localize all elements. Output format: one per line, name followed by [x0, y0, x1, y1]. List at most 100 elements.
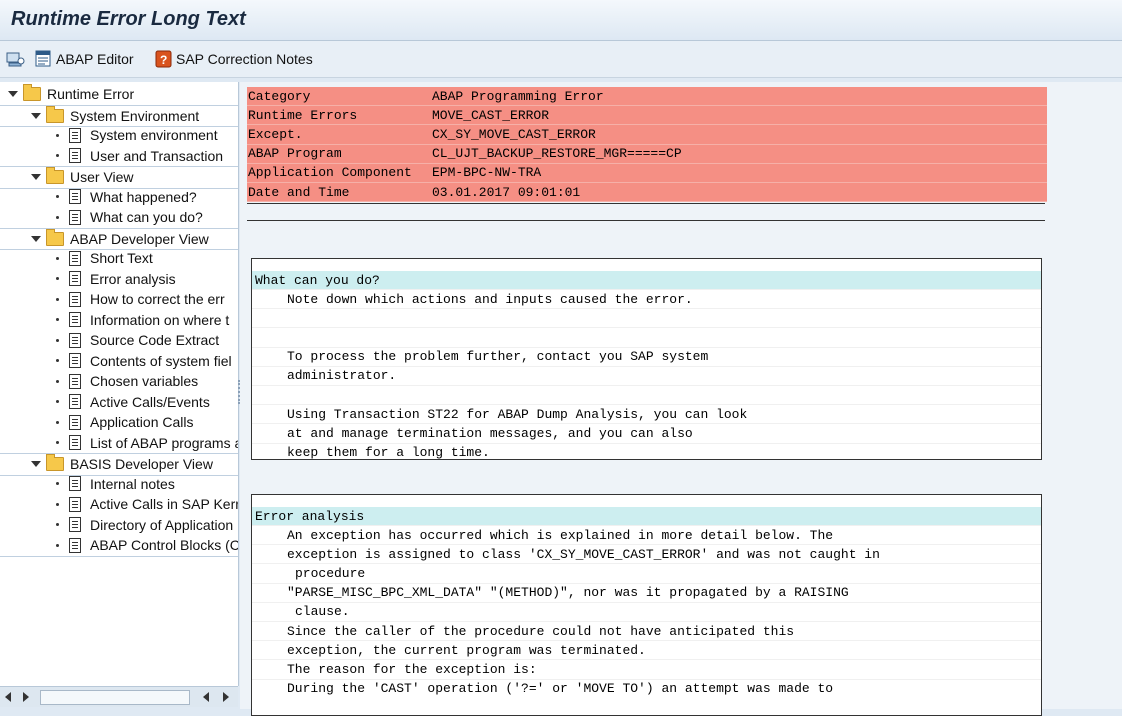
text-line: procedure — [252, 563, 1041, 582]
tree-node-user-view-group[interactable]: User View — [0, 166, 238, 189]
abap-editor-icon — [35, 50, 51, 67]
bullet-icon — [56, 543, 59, 547]
tree-item-active-calls-events[interactable]: Active Calls/Events — [0, 392, 238, 413]
tree-item-user-and-transaction[interactable]: User and Transaction — [0, 146, 238, 167]
bullet-icon — [56, 297, 59, 301]
document-icon — [69, 127, 81, 143]
tree-node-basis-developer-view-group[interactable]: BASIS Developer View — [0, 453, 238, 476]
sap-correction-notes-button[interactable]: ? SAP Correction Notes — [155, 49, 313, 69]
tree-label: Chosen variables — [90, 373, 199, 390]
tree-item-information-on-where[interactable]: Information on where t — [0, 310, 238, 331]
expand-caret-icon[interactable] — [8, 91, 18, 98]
document-icon — [69, 332, 81, 348]
tree-item-directory-of-application[interactable]: Directory of Application — [0, 515, 238, 536]
scroll-right-icon[interactable] — [22, 692, 30, 702]
document-icon — [69, 517, 81, 533]
tree-label: ABAP Developer View — [70, 230, 209, 247]
header-row: Application Component EPM-BPC-NW-TRA — [247, 163, 1047, 183]
tree-node-abap-developer-view-group[interactable]: ABAP Developer View — [0, 227, 238, 250]
bullet-icon — [56, 195, 59, 199]
tree-horizontal-scrollbar[interactable] — [0, 686, 238, 707]
tree-node-runtime-error[interactable]: Runtime Error — [0, 84, 238, 105]
window-title: Runtime Error Long Text — [11, 8, 246, 30]
document-icon — [69, 271, 81, 287]
tree-label: Source Code Extract — [90, 332, 220, 349]
tree-item-what-happened[interactable]: What happened? — [0, 187, 238, 208]
tree-label: Runtime Error — [47, 86, 135, 103]
tree-label: Error analysis — [90, 270, 176, 287]
tree-item-source-code-extract[interactable]: Source Code Extract — [0, 330, 238, 351]
tree-label: List of ABAP programs a — [90, 434, 239, 451]
splitter-handle[interactable] — [238, 380, 242, 404]
tree-label: What can you do? — [90, 209, 203, 226]
expand-caret-icon[interactable] — [31, 235, 41, 242]
tree-node-system-environment-group[interactable]: System Environment — [0, 104, 238, 127]
expand-caret-icon[interactable] — [31, 174, 41, 181]
tree-label: Short Text — [90, 250, 153, 267]
text-line — [252, 327, 1041, 346]
bullet-icon — [56, 482, 59, 486]
tree-label: How to correct the err — [90, 291, 225, 308]
expand-caret-icon[interactable] — [31, 461, 41, 468]
header-row: Category ABAP Programming Error — [247, 87, 1047, 107]
expand-caret-icon[interactable] — [31, 112, 41, 119]
overview-button[interactable] — [6, 49, 26, 69]
abap-editor-label: ABAP Editor — [56, 51, 134, 67]
tree-item-contents-of-system-fields[interactable]: Contents of system fiel — [0, 351, 238, 372]
text-line: During the 'CAST' operation ('?=' or 'MO… — [252, 678, 1041, 698]
header-value: CX_SY_MOVE_CAST_ERROR — [432, 126, 596, 142]
scroll-left-icon[interactable] — [202, 692, 210, 702]
bullet-icon — [56, 420, 59, 424]
tree-label: Application Calls — [90, 414, 194, 431]
document-icon — [69, 496, 81, 512]
tree-label: What happened? — [90, 188, 197, 205]
document-icon — [69, 291, 81, 307]
document-icon — [69, 189, 81, 205]
folder-icon — [23, 84, 41, 102]
separator-line — [247, 203, 1045, 204]
text-line: Since the caller of the procedure could … — [252, 620, 1041, 640]
tree-item-abap-control-blocks[interactable]: ABAP Control Blocks (C — [0, 535, 239, 557]
bullet-icon — [56, 359, 59, 363]
scroll-right-icon[interactable] — [222, 692, 230, 702]
tree-item-system-environment[interactable]: System environment — [0, 125, 238, 146]
header-row: Runtime Errors MOVE_CAST_ERROR — [247, 106, 1047, 126]
scroll-left-icon[interactable] — [4, 692, 12, 702]
folder-icon — [46, 167, 64, 185]
tree-item-chosen-variables[interactable]: Chosen variables — [0, 371, 238, 392]
tree-item-how-to-correct[interactable]: How to correct the err — [0, 289, 238, 310]
tree-item-internal-notes[interactable]: Internal notes — [0, 474, 238, 495]
tree-item-short-text[interactable]: Short Text — [0, 248, 238, 269]
document-icon — [69, 209, 81, 225]
overview-icon — [6, 52, 25, 67]
section-title: What can you do? — [252, 271, 1041, 289]
text-line: To process the problem further, contact … — [252, 346, 1041, 366]
header-value: MOVE_CAST_ERROR — [432, 107, 550, 123]
text-line — [252, 308, 1041, 327]
scroll-thumb[interactable] — [40, 690, 190, 705]
sap-correction-notes-label: SAP Correction Notes — [176, 51, 313, 67]
tree-item-what-can-you-do[interactable]: What can you do? — [0, 207, 238, 228]
tree-item-error-analysis[interactable]: Error analysis — [0, 269, 238, 290]
document-icon — [69, 394, 81, 410]
header-key: ABAP Program — [248, 146, 342, 162]
text-line: An exception has occurred which is expla… — [252, 525, 1041, 544]
error-header-table: Category ABAP Programming Error Runtime E… — [247, 87, 1047, 203]
bullet-icon — [56, 400, 59, 404]
tree-label: Information on where t — [90, 311, 230, 328]
application-toolbar: ABAP Editor ? SAP Correction Notes — [0, 41, 1122, 78]
tree-item-list-of-abap-programs[interactable]: List of ABAP programs a — [0, 433, 239, 454]
tree-label: ABAP Control Blocks (C — [90, 537, 239, 554]
bullet-icon — [56, 154, 59, 158]
abap-editor-button[interactable]: ABAP Editor — [35, 49, 134, 69]
text-line: administrator. — [252, 365, 1041, 385]
tree-label: Internal notes — [90, 475, 175, 492]
tree-label: User View — [70, 169, 134, 186]
text-line: The reason for the exception is: — [252, 659, 1041, 678]
tree-item-application-calls[interactable]: Application Calls — [0, 412, 238, 433]
tree-label: User and Transaction — [90, 147, 224, 164]
header-row: Except. CX_SY_MOVE_CAST_ERROR — [247, 125, 1047, 145]
header-value: 03.01.2017 09:01:01 — [432, 184, 581, 200]
document-icon — [69, 148, 81, 164]
tree-item-active-calls-in-sap-kernel[interactable]: Active Calls in SAP Kern — [0, 494, 238, 515]
